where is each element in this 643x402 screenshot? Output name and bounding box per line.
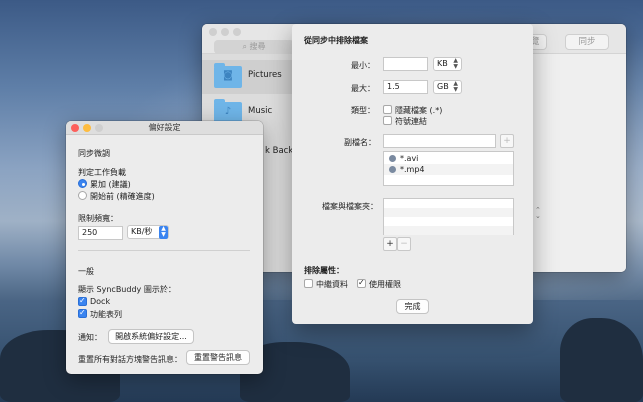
done-button[interactable]: 完成 [396, 299, 429, 314]
search-icon: ⌕ [242, 42, 250, 51]
add-extension-button[interactable]: + [500, 134, 514, 148]
symlinks-checkbox[interactable] [383, 116, 392, 125]
reset-warnings-label: 重置所有對話方塊警告訊息： [78, 355, 182, 364]
sheet-title: 從同步中排除檔案 [304, 36, 368, 45]
chevron-updown-icon[interactable]: ▲ ▼ [159, 226, 168, 239]
before-start-radio[interactable] [78, 191, 87, 200]
add-file-button[interactable]: + [383, 237, 397, 251]
min-size-input[interactable] [383, 57, 428, 71]
exclude-files-sheet: 從同步中排除檔案 最小： KB ▲ ▼ 最大： 1.5 GB ▲ ▼ 類型： 隱藏檔… [292, 24, 533, 324]
extension-input[interactable] [383, 134, 496, 148]
show-icon-in-label: 顯示 SyncBuddy 圖示於： [78, 285, 176, 294]
zoom-button[interactable] [233, 28, 241, 36]
exclude-attributes-label: 排除屬性： [304, 266, 344, 275]
min-unit-select[interactable]: KB ▲ ▼ [433, 57, 462, 71]
prefs-titlebar: 偏好設定 [66, 121, 263, 135]
camera-icon: ◙ [223, 70, 233, 81]
list-item[interactable]: *.mp4 [384, 164, 513, 175]
max-size-input[interactable]: 1.5 [383, 80, 428, 94]
main-content-area [528, 54, 626, 272]
extension-list: *.avi *.mp4 [383, 151, 514, 186]
files-folders-list[interactable] [383, 198, 514, 235]
min-size-label: 最小： [351, 61, 375, 70]
metadata-label: 中繼資料 [316, 280, 348, 289]
permissions-checkbox[interactable] [357, 278, 366, 288]
menubar-checkbox[interactable] [78, 308, 87, 318]
hidden-files-checkbox[interactable] [383, 105, 392, 114]
bandwidth-label: 限制頻寬： [78, 214, 118, 223]
menubar-label: 功能表列 [90, 310, 122, 319]
search-field[interactable]: ⌕ 搜尋 [214, 40, 294, 54]
file-type-icon [389, 166, 396, 173]
chevron-updown-icon: ▲ ▼ [453, 80, 458, 93]
window-title: 偏好設定 [148, 123, 181, 132]
minimize-button[interactable] [221, 28, 229, 36]
sync-button[interactable]: 同步 [565, 34, 609, 50]
folder-icon: ◙ [214, 63, 242, 88]
sync-tuning-heading: 同步微調 [78, 149, 110, 158]
permissions-label: 使用權限 [369, 280, 401, 289]
files-folders-label: 檔案與檔案夾： [322, 202, 378, 211]
updown-arrows-icon[interactable]: ⌃ ⌄ [535, 207, 541, 220]
accumulate-label: 累加 (建議) [90, 180, 131, 189]
divider [78, 250, 250, 251]
dock-checkbox[interactable] [78, 296, 87, 306]
file-type-icon [389, 155, 396, 162]
bandwidth-input[interactable]: 250 [78, 226, 123, 240]
max-size-label: 最大： [351, 84, 375, 93]
extension-label: 副檔名： [344, 138, 376, 147]
notify-label: 通知： [78, 333, 102, 342]
dock-label: Dock [90, 297, 111, 306]
list-item[interactable]: *.avi [384, 153, 513, 164]
before-start-label: 開始前 (精確進度) [90, 192, 155, 201]
close-button[interactable] [209, 28, 217, 36]
music-note-icon: ♪ [224, 106, 232, 117]
accumulate-radio[interactable] [78, 179, 87, 188]
preferences-window: 偏好設定 同步微調 判定工作負載 累加 (建議) 開始前 (精確進度) 限制頻寬… [66, 121, 263, 374]
max-unit-select[interactable]: GB ▲ ▼ [433, 80, 462, 94]
type-label: 類型： [351, 106, 375, 115]
general-heading: 一般 [78, 267, 94, 276]
chevron-updown-icon: ▲ ▼ [453, 57, 458, 70]
workload-label: 判定工作負載 [78, 168, 126, 177]
open-system-prefs-button[interactable]: 開啟系統偏好設定... [108, 329, 194, 344]
sidebar-item-pictures[interactable]: ◙ Pictures [202, 60, 294, 94]
remove-file-button[interactable]: − [397, 237, 411, 251]
hidden-files-label: 隱藏檔案 (.*) [395, 106, 443, 115]
desktop-rock [560, 318, 643, 402]
reset-warnings-button[interactable]: 重置警告訊息 [186, 350, 250, 365]
symlinks-label: 符號連結 [395, 117, 427, 126]
metadata-checkbox[interactable] [304, 279, 313, 288]
